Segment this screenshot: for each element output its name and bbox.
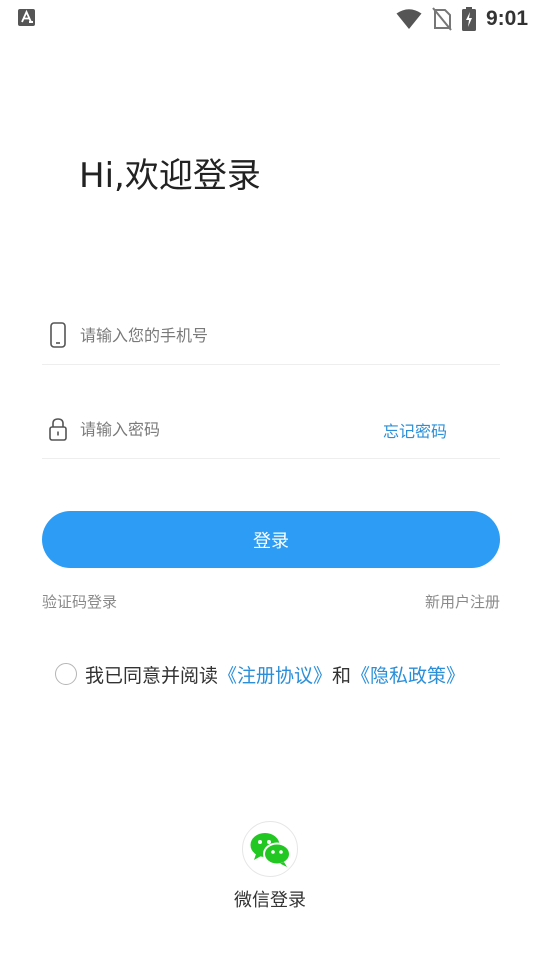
wechat-login-button[interactable]	[242, 821, 298, 877]
page-title: Hi,欢迎登录	[79, 156, 261, 196]
lock-icon	[49, 418, 67, 441]
agreement-and: 和	[332, 664, 352, 687]
privacy-link[interactable]: 《隐私政策》	[351, 661, 465, 688]
status-bar: 9:01	[0, 0, 540, 38]
agreement-row: 我已同意并阅读 《注册协议》 和 《隐私政策》	[55, 660, 465, 688]
wechat-login-label: 微信登录	[234, 890, 306, 911]
password-input[interactable]	[80, 412, 370, 446]
login-button[interactable]: 登录	[42, 511, 500, 568]
status-icons: 9:01	[396, 5, 528, 33]
forgot-password-link[interactable]: 忘记密码	[383, 418, 447, 442]
terms-link[interactable]: 《注册协议》	[218, 661, 332, 688]
agreement-prefix: 我已同意并阅读	[85, 664, 219, 687]
phone-icon	[50, 322, 66, 348]
sms-login-link[interactable]: 验证码登录	[42, 591, 117, 612]
agree-checkbox[interactable]	[55, 663, 77, 685]
a-letter-icon	[18, 9, 35, 26]
register-link[interactable]: 新用户注册	[425, 591, 500, 612]
battery-charging-icon	[461, 7, 476, 31]
phone-input[interactable]	[80, 318, 480, 352]
wechat-icon	[250, 833, 291, 867]
no-sim-icon	[432, 7, 452, 31]
status-time: 9:01	[485, 7, 528, 30]
phone-row	[42, 306, 500, 365]
password-row: 忘记密码	[42, 400, 500, 459]
wifi-icon	[396, 9, 422, 29]
